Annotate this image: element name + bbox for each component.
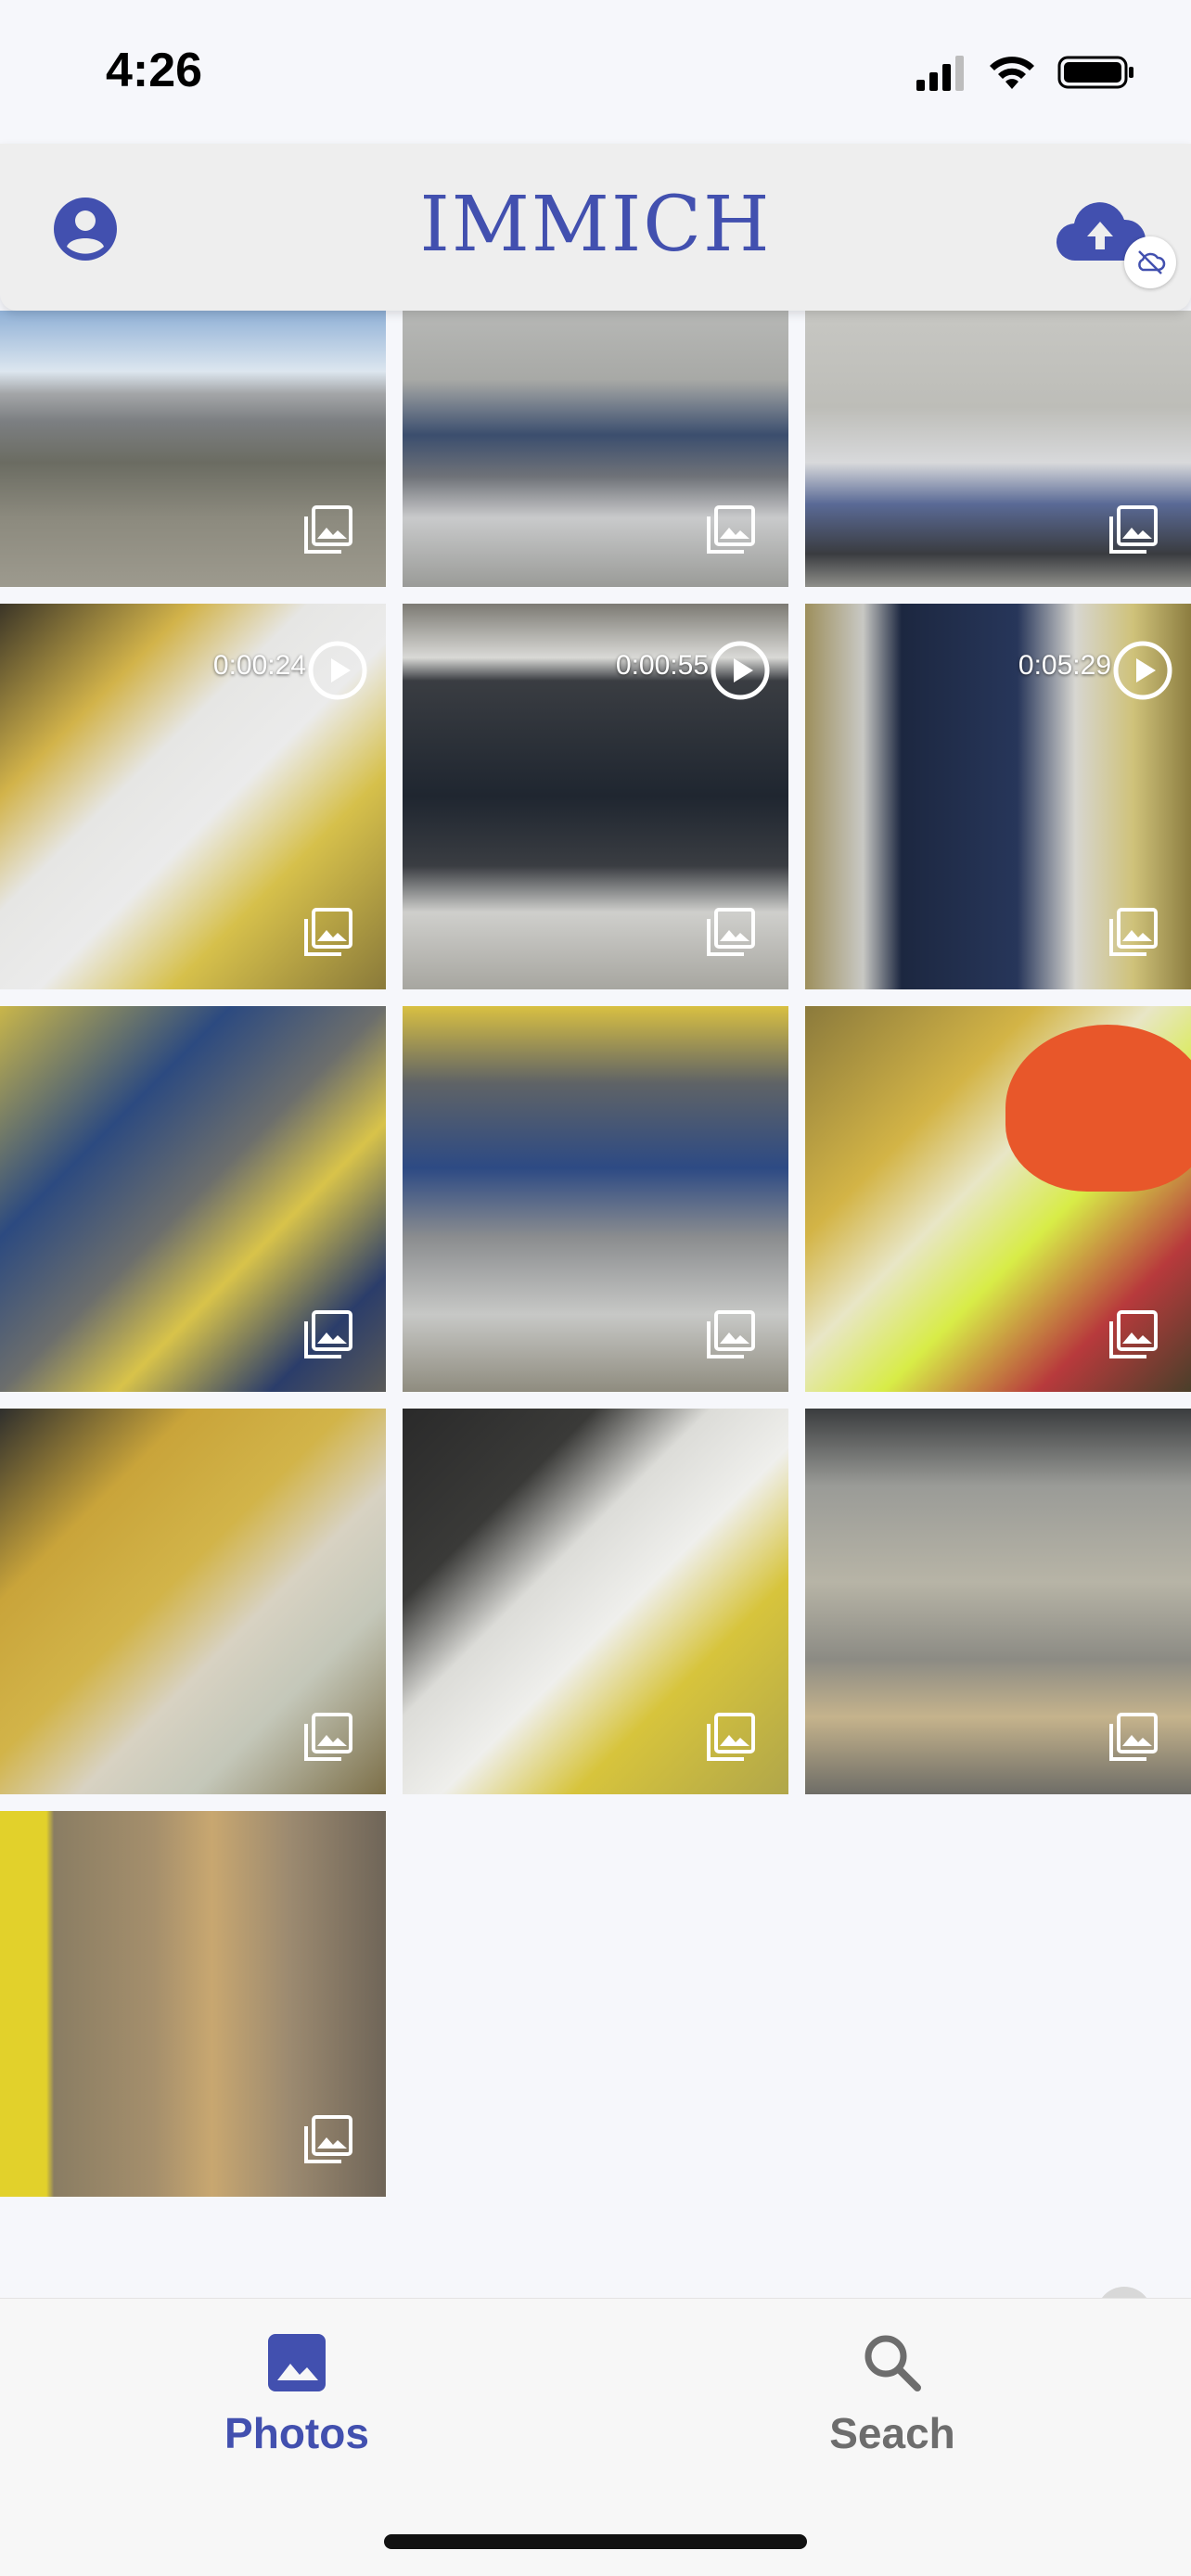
status-icons [915, 54, 1135, 91]
grid-tile[interactable] [805, 1006, 1191, 1392]
image-icon [707, 505, 755, 554]
image-icon [1109, 1713, 1158, 1761]
image-icon [1109, 1310, 1158, 1358]
status-bar: 4:26 [0, 0, 1191, 144]
image-icon [304, 2115, 352, 2163]
video-duration: 0:00:24 [212, 650, 306, 681]
image-icon [304, 1713, 352, 1761]
grid-tile[interactable] [0, 1811, 386, 2197]
image-icon [707, 908, 755, 956]
image-icon [1109, 505, 1158, 554]
grid-tile[interactable] [403, 1409, 788, 1794]
image-icon [304, 1310, 352, 1358]
grid-tile[interactable] [805, 311, 1191, 587]
grid-tile[interactable] [403, 311, 788, 587]
play-icon [711, 641, 770, 700]
image-icon [1109, 908, 1158, 956]
thumbnail-hardhat [1005, 1025, 1191, 1192]
nav-search-label: Seach [829, 2409, 955, 2457]
sync-status-badge [1124, 236, 1176, 288]
video-duration: 0:05:29 [1018, 650, 1111, 681]
status-time: 4:26 [106, 44, 203, 97]
search-icon [864, 2335, 921, 2391]
app-bar: IMMICH [0, 144, 1191, 311]
grid-tile[interactable] [805, 1409, 1191, 1794]
video-duration: 0:00:55 [615, 650, 709, 681]
image-icon [707, 1310, 755, 1358]
app-title: IMMICH [419, 181, 772, 269]
image-icon [707, 1713, 755, 1761]
grid-tile-video[interactable]: 0:00:55 [403, 604, 788, 989]
grid-tile[interactable] [0, 311, 386, 587]
wifi-icon [990, 57, 1034, 89]
photo-icon [268, 2334, 326, 2391]
home-indicator [384, 2534, 807, 2549]
nav-photos[interactable]: Photos [158, 2330, 436, 2458]
play-icon [1113, 641, 1172, 700]
nav-photos-label: Photos [224, 2409, 369, 2457]
cloud-off-icon [1138, 250, 1166, 274]
grid-tile-video[interactable]: 0:00:24 [0, 604, 386, 989]
battery-icon [1057, 56, 1133, 89]
grid-tile[interactable] [0, 1006, 386, 1392]
cellular-signal-icon [916, 56, 964, 91]
image-icon [304, 908, 352, 956]
grid-tile[interactable] [0, 1409, 386, 1794]
image-icon [304, 505, 352, 554]
play-icon [308, 641, 367, 700]
grid-tile[interactable] [403, 1006, 788, 1392]
nav-search[interactable]: Seach [753, 2330, 1031, 2458]
grid-tile-video[interactable]: 0:05:29 [805, 604, 1191, 989]
